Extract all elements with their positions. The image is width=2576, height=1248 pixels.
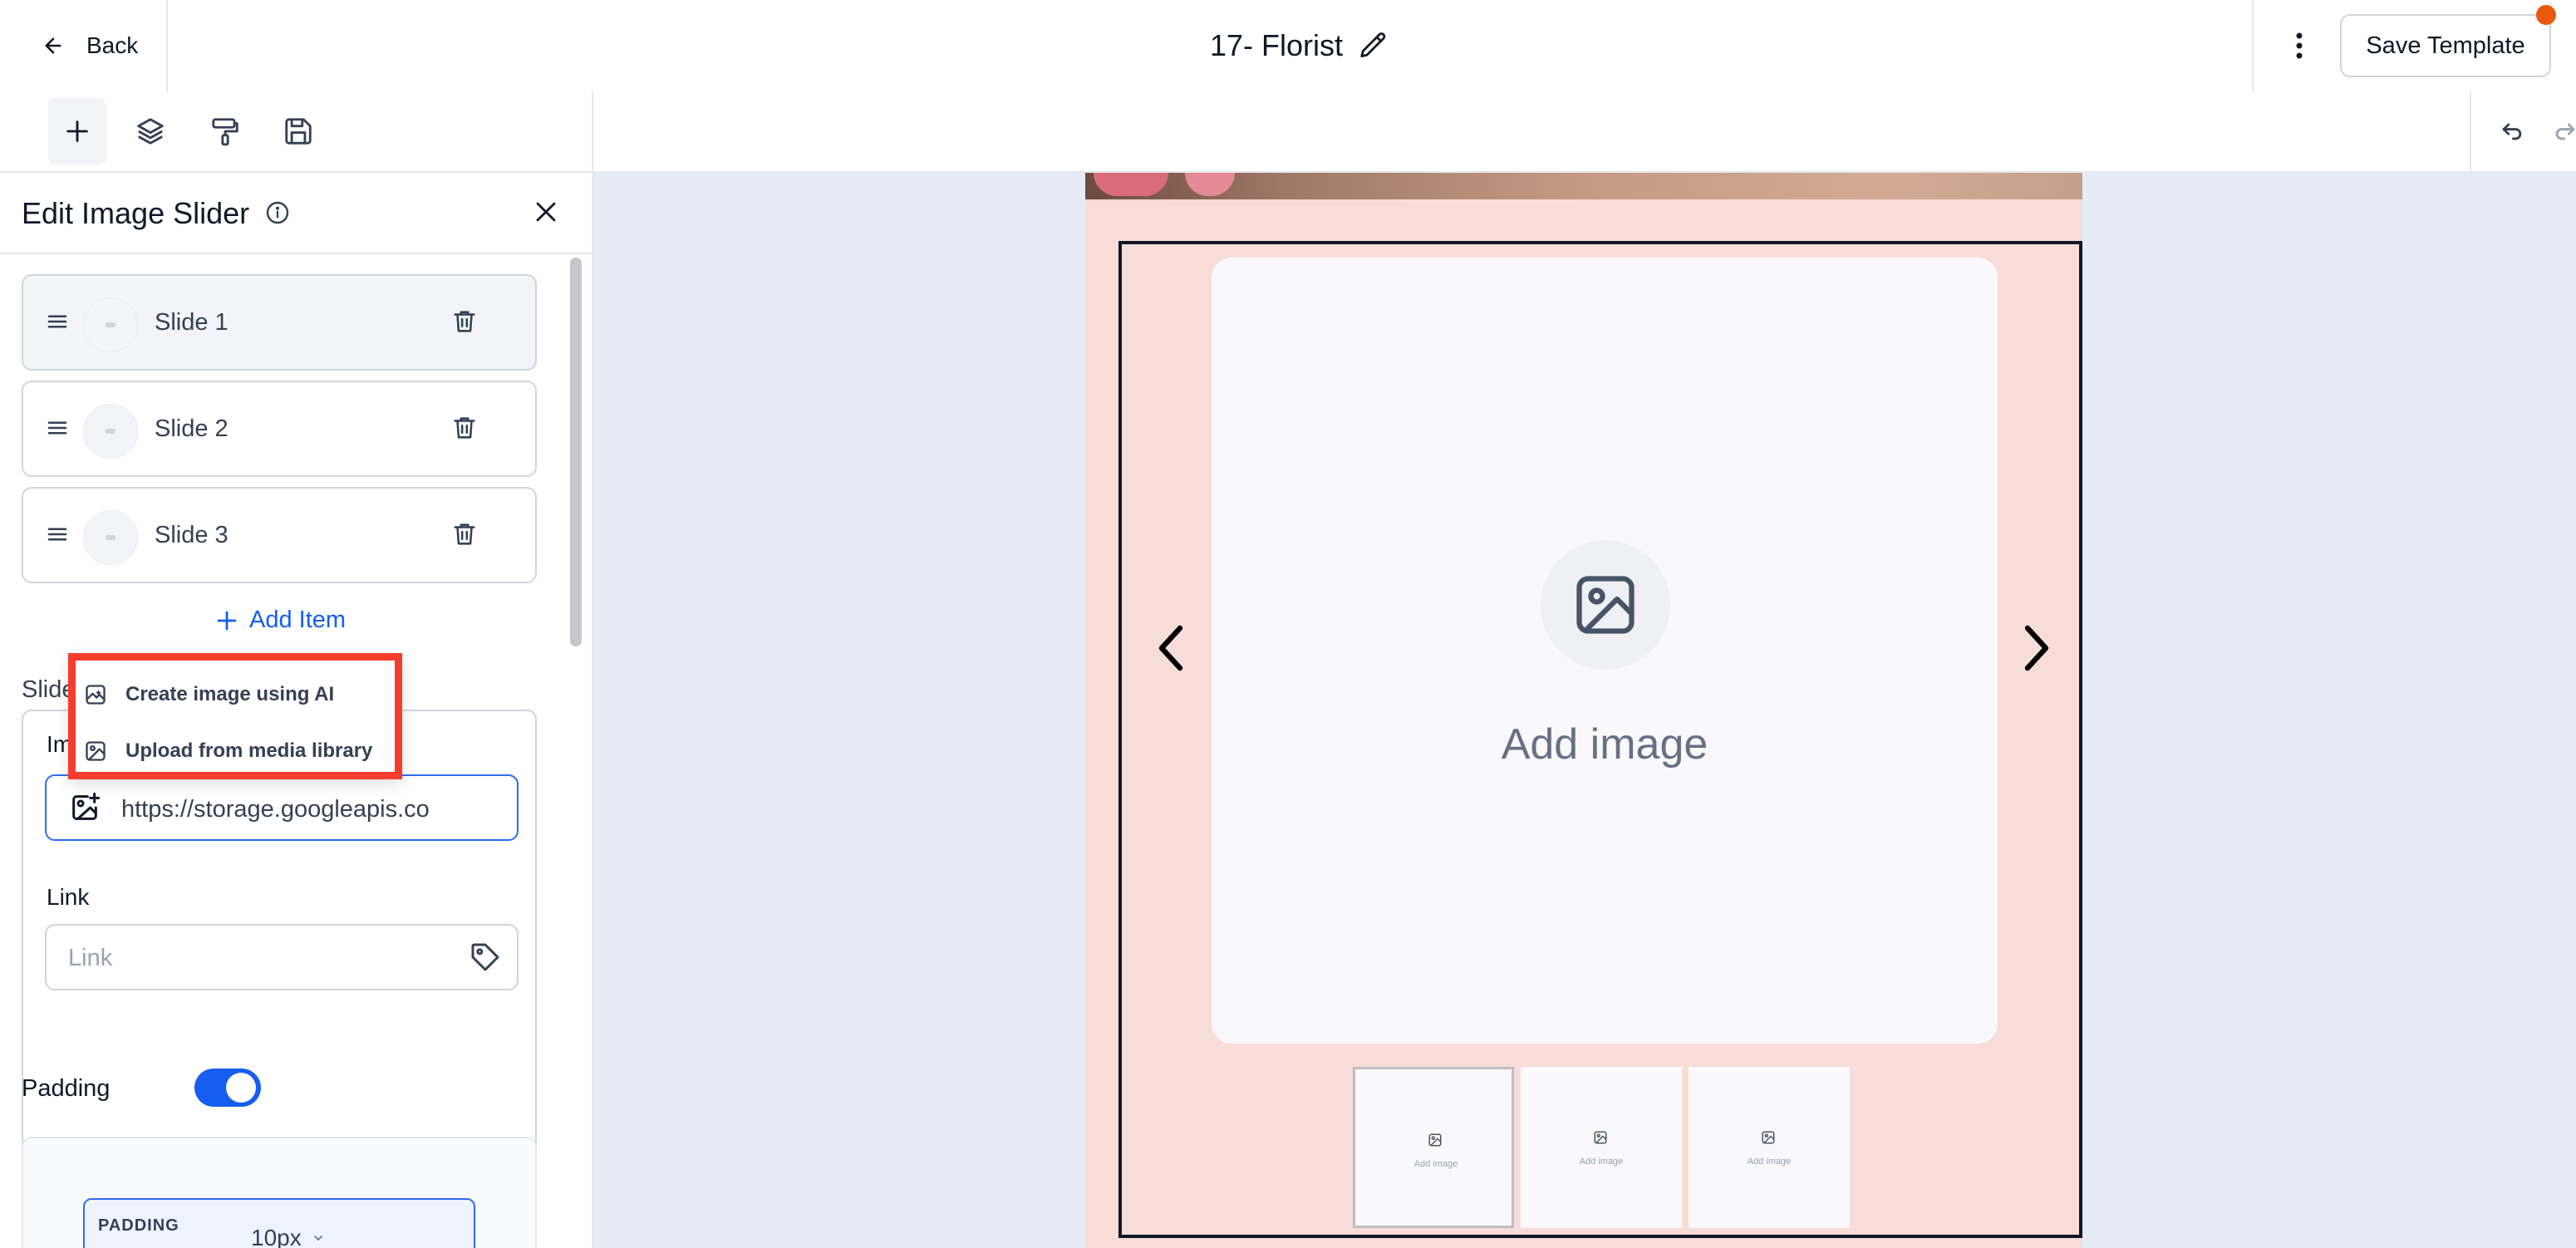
close-icon[interactable]: [532, 198, 560, 226]
drag-handle-icon[interactable]: [45, 309, 70, 334]
plus-icon: [214, 608, 239, 633]
thumbnail-label: Add image: [1413, 1159, 1458, 1169]
panel-header: Edit Image Slider: [0, 173, 592, 254]
add-icon: [63, 117, 91, 145]
styles-tool[interactable]: [196, 98, 254, 165]
image-add-icon[interactable]: [68, 791, 101, 824]
image-placeholder-icon: [1541, 540, 1670, 670]
padding-toggle[interactable]: [194, 1069, 261, 1107]
add-item-label: Add Item: [249, 607, 347, 633]
notification-dot: [2536, 5, 2556, 25]
image-icon: [84, 739, 107, 763]
thumbnail-label: Add image: [1747, 1157, 1792, 1167]
image-icon: [1593, 1130, 1608, 1145]
slide-name: Slide 3: [155, 522, 229, 548]
trash-icon[interactable]: [450, 520, 479, 548]
add-image-label: Add image: [1501, 720, 1708, 769]
image-icon: [1428, 1133, 1443, 1147]
panel-title-text: Edit Image Slider: [22, 196, 250, 230]
save-icon: [283, 115, 314, 147]
chevron-right-icon[interactable]: [2019, 623, 2052, 673]
header-divider: [2252, 0, 2254, 91]
template-title-area: 17- Florist: [1210, 25, 1389, 66]
slide-name: Slide 1: [155, 309, 229, 336]
add-item-button[interactable]: Add Item: [214, 607, 346, 634]
slide-thumbnail-avatar: [83, 404, 138, 459]
padding-value: 10px: [251, 1225, 302, 1248]
padding-label: Padding: [22, 1075, 111, 1102]
chevron-down-icon: [312, 1231, 325, 1245]
toolbar-divider: [2470, 91, 2471, 171]
image-url-value: https://storage.googleapis.co: [121, 796, 430, 823]
drag-handle-icon[interactable]: [45, 522, 70, 547]
top-bar: Back 17- Florist Save Template: [0, 0, 2576, 93]
link-field[interactable]: [45, 924, 519, 990]
save-tool[interactable]: [269, 98, 327, 165]
slide-thumbnail-avatar: [83, 510, 138, 565]
arrow-left-icon: [42, 34, 65, 57]
trash-icon[interactable]: [450, 414, 479, 442]
image-icon: [1761, 1130, 1776, 1145]
redo-icon[interactable]: [2551, 116, 2576, 145]
header-divider: [166, 0, 168, 91]
link-input[interactable]: [66, 941, 452, 975]
toggle-knob: [226, 1073, 256, 1103]
padding-editor: PADDING 10px: [22, 1137, 537, 1248]
tag-icon[interactable]: [469, 941, 502, 974]
thumbnail-label: Add image: [1579, 1157, 1624, 1167]
toolbar-divider: [592, 91, 593, 171]
link-field-label: Link: [47, 884, 90, 910]
upload-media-library-option[interactable]: Upload from media library: [84, 730, 391, 773]
info-icon[interactable]: [264, 199, 291, 226]
panel-scrollbar[interactable]: [570, 258, 582, 646]
slide-section-label: Slide: [22, 676, 76, 703]
slide-thumbnail[interactable]: Add image: [1521, 1067, 1682, 1228]
padding-value-select[interactable]: 10px: [251, 1225, 325, 1248]
slide-name: Slide 2: [155, 415, 229, 442]
paint-roller-icon: [209, 115, 241, 147]
slide-item[interactable]: Slide 1: [22, 274, 537, 371]
panel-title: Edit Image Slider: [22, 196, 249, 231]
back-label: Back: [86, 32, 139, 58]
upload-media-library-label: Upload from media library: [125, 739, 373, 762]
create-image-ai-label: Create image using AI: [125, 683, 335, 705]
image-slider-block[interactable]: Add image Add image Add image Add image: [1118, 241, 2082, 1238]
slide-item[interactable]: Slide 3: [22, 487, 537, 583]
undo-icon[interactable]: [2498, 116, 2526, 145]
save-template-button[interactable]: Save Template: [2340, 14, 2551, 77]
slide-thumbnail-avatar: [83, 297, 138, 352]
pencil-icon[interactable]: [1358, 30, 1389, 61]
create-image-ai-option[interactable]: Create image using AI: [84, 673, 391, 716]
main-slide-image[interactable]: Add image: [1212, 258, 1998, 1044]
chevron-left-icon[interactable]: [1155, 623, 1188, 673]
add-element-tool[interactable]: [48, 98, 106, 165]
image-url-field[interactable]: https://storage.googleapis.co: [45, 774, 519, 841]
slide-thumbnail[interactable]: Add image: [1353, 1067, 1514, 1228]
add-image-menu: Create image using AI Upload from media …: [68, 653, 402, 779]
back-button[interactable]: Back: [42, 25, 138, 66]
toolbar: [0, 91, 2576, 173]
page-title: 17- Florist: [1210, 28, 1344, 62]
email-preview: Add image Add image Add image Add image: [1085, 173, 2082, 1248]
layers-tool[interactable]: [121, 98, 179, 165]
drag-handle-icon[interactable]: [45, 415, 70, 440]
padding-caption: PADDING: [98, 1216, 179, 1235]
slide-item[interactable]: Slide 2: [22, 381, 537, 477]
padding-box[interactable]: PADDING 10px: [83, 1198, 475, 1248]
more-options-icon[interactable]: [2287, 25, 2312, 66]
ai-image-icon: [84, 683, 107, 706]
slide-thumbnail[interactable]: Add image: [1689, 1067, 1850, 1228]
hero-image: [1085, 173, 2082, 199]
layers-icon: [135, 115, 166, 147]
trash-icon[interactable]: [450, 307, 479, 336]
